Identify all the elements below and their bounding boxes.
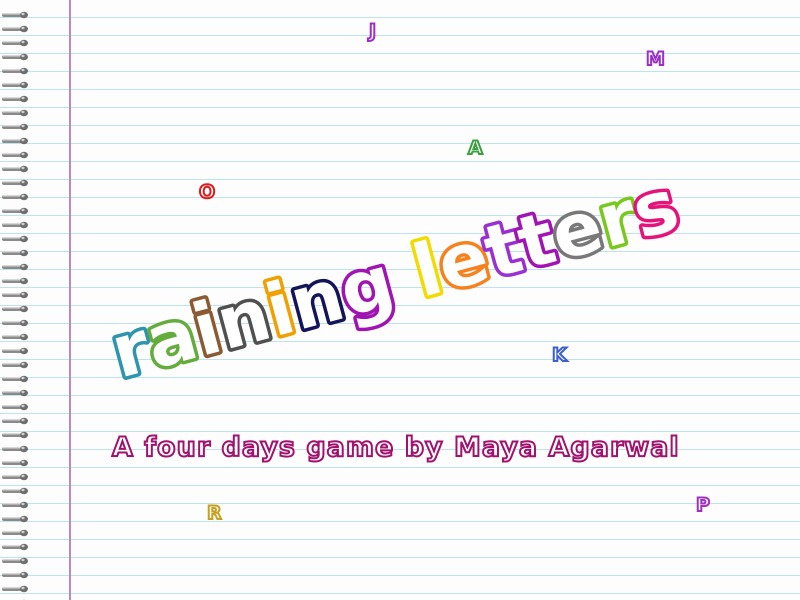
spiral-ring — [2, 438, 30, 453]
spiral-ring — [2, 242, 30, 257]
spiral-ring — [2, 340, 30, 355]
spiral-ring — [2, 102, 30, 117]
notebook-margin-line — [69, 0, 71, 600]
spiral-ring — [2, 270, 30, 285]
spiral-ring — [2, 536, 30, 551]
spiral-ring — [2, 522, 30, 537]
spiral-ring — [2, 228, 30, 243]
spiral-ring — [2, 564, 30, 579]
spiral-ring — [2, 60, 30, 75]
spiral-binding — [0, 0, 34, 600]
spiral-ring — [2, 74, 30, 89]
spiral-ring — [2, 88, 30, 103]
spiral-ring — [2, 298, 30, 313]
falling-letter[interactable]: J — [368, 19, 377, 43]
spiral-ring — [2, 284, 30, 299]
game-subtitle: A four days game by Maya Agarwal — [111, 431, 680, 464]
spiral-ring — [2, 452, 30, 467]
spiral-ring — [2, 18, 30, 33]
spiral-ring — [2, 592, 30, 600]
spiral-ring — [2, 46, 30, 61]
game-screen: { "title": { "text": "raining letters", … — [0, 0, 800, 600]
falling-letter[interactable]: R — [206, 501, 223, 525]
spiral-ring — [2, 424, 30, 439]
spiral-ring — [2, 186, 30, 201]
game-title: raining letters — [80, 159, 800, 430]
spiral-ring — [2, 354, 30, 369]
game-title-graphic: raining letters — [99, 159, 690, 398]
spiral-ring — [2, 494, 30, 509]
falling-letter[interactable]: A — [467, 136, 484, 160]
spiral-ring — [2, 172, 30, 187]
spiral-ring — [2, 116, 30, 131]
spiral-ring — [2, 578, 30, 593]
spiral-ring — [2, 382, 30, 397]
spiral-ring — [2, 508, 30, 523]
spiral-ring — [2, 200, 30, 215]
spiral-ring — [2, 550, 30, 565]
spiral-ring — [2, 32, 30, 47]
spiral-ring — [2, 466, 30, 481]
falling-letter[interactable]: P — [695, 493, 711, 517]
spiral-ring — [2, 158, 30, 173]
spiral-ring — [2, 256, 30, 271]
spiral-ring — [2, 130, 30, 145]
spiral-ring — [2, 326, 30, 341]
game-title-text: raining letters — [103, 163, 687, 395]
spiral-ring — [2, 4, 30, 19]
spiral-ring — [2, 214, 30, 229]
spiral-ring — [2, 368, 30, 383]
spiral-ring — [2, 396, 30, 411]
spiral-ring — [2, 480, 30, 495]
spiral-ring — [2, 312, 30, 327]
spiral-ring — [2, 410, 30, 425]
falling-letter[interactable]: M — [645, 47, 666, 71]
spiral-ring — [2, 144, 30, 159]
